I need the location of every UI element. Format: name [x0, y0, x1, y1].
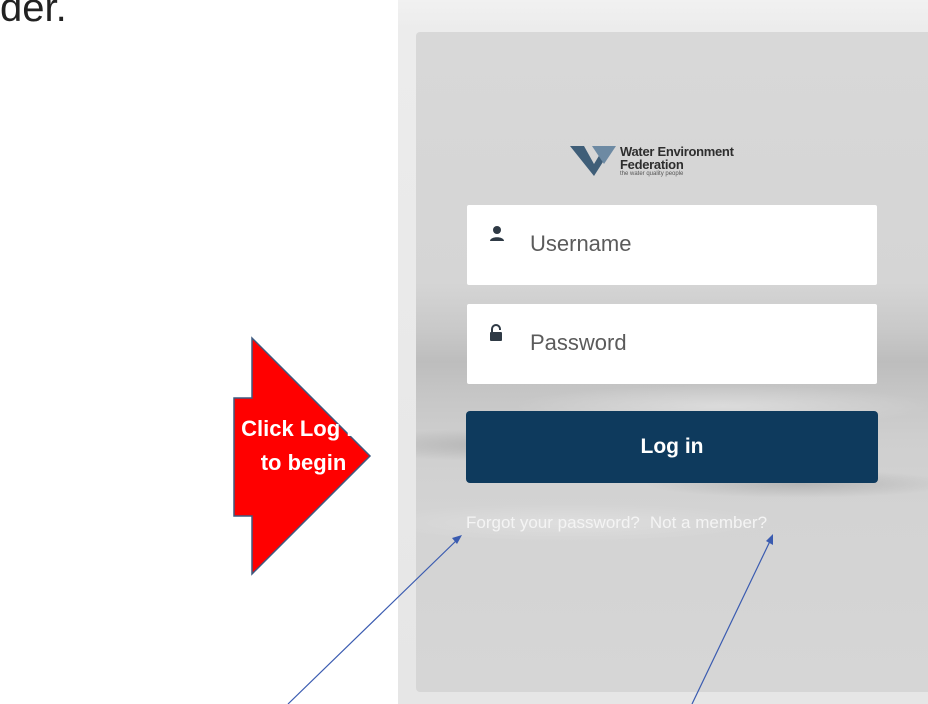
- username-placeholder: Username: [530, 231, 632, 256]
- callout-line2: to begin: [260, 450, 347, 475]
- wef-wave-logo-icon: [570, 146, 616, 176]
- username-field[interactable]: Username: [467, 205, 877, 285]
- logo-tagline: the water quality people: [620, 171, 684, 177]
- screenshot: der. Water Environment Federation the wa…: [0, 0, 928, 704]
- not-a-member-link[interactable]: Not a member?: [650, 513, 767, 532]
- partial-heading-text: der.: [0, 0, 67, 30]
- lock-icon: [490, 324, 502, 341]
- password-placeholder: Password: [530, 330, 627, 355]
- login-links: Forgot your password? Not a member?: [466, 513, 777, 533]
- user-icon: [490, 226, 504, 241]
- callout-line1: Click Log in: [241, 416, 366, 441]
- wef-logo: Water Environment Federation the water q…: [570, 140, 790, 182]
- login-button[interactable]: Log in: [466, 411, 878, 483]
- forgot-password-link[interactable]: Forgot your password?: [466, 513, 640, 532]
- password-field[interactable]: Password: [467, 304, 877, 384]
- logo-line2: Federation: [620, 157, 684, 172]
- callout-text: Click Log in to begin: [236, 412, 371, 480]
